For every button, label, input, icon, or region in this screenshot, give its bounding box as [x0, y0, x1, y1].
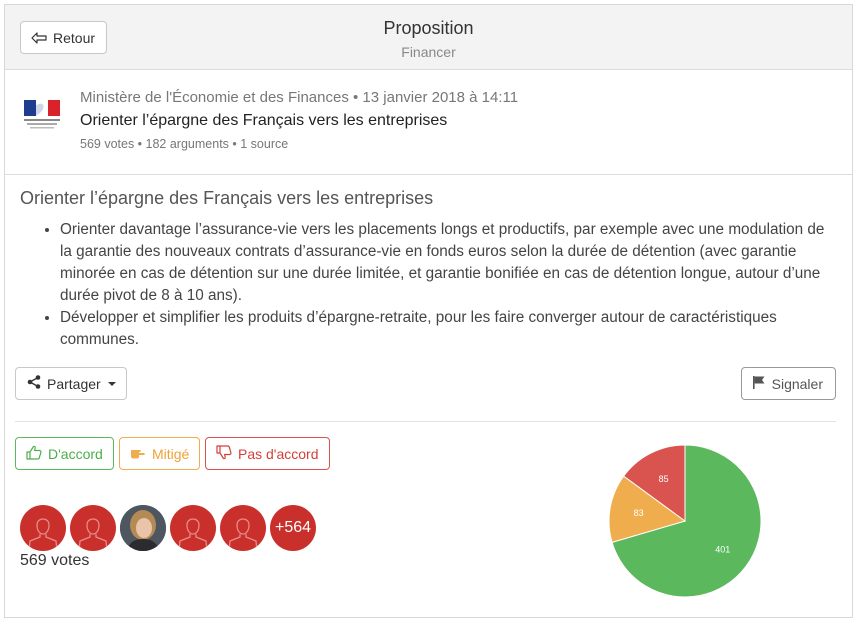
pie-slice-label: 85: [659, 474, 669, 484]
divider: [15, 421, 836, 422]
top-bar: Retour Proposition Financer: [5, 5, 852, 70]
votes-pie-chart: 401 83 85: [608, 444, 762, 598]
mixed-button-label: Mitigé: [152, 445, 190, 462]
thumbs-up-icon: [26, 445, 42, 463]
author-card: Ministère de l'Économie et des Finances …: [5, 70, 852, 175]
share-icon: [26, 374, 42, 393]
user-icon: [78, 518, 108, 551]
flag-icon: [752, 375, 766, 392]
disagree-button[interactable]: Pas d'accord: [205, 437, 330, 470]
hand-icon: [130, 445, 146, 462]
agree-button[interactable]: D'accord: [15, 437, 114, 470]
avatar[interactable]: [220, 505, 266, 551]
user-icon: [178, 518, 208, 551]
title-block: Proposition Financer: [5, 18, 852, 60]
vote-count: 569 votes: [20, 552, 90, 569]
pie-slice-label: 401: [715, 544, 730, 554]
page-subtitle: Financer: [401, 44, 456, 60]
user-photo-icon: [120, 505, 166, 551]
avatar[interactable]: [120, 505, 166, 551]
disagree-button-label: Pas d'accord: [238, 445, 319, 462]
avatar[interactable]: [70, 505, 116, 551]
pie-slice-label: 83: [634, 508, 644, 518]
mixed-button[interactable]: Mitigé: [119, 437, 201, 470]
report-button[interactable]: Signaler: [740, 367, 836, 400]
more-voters-count: +564: [274, 519, 312, 536]
share-button[interactable]: Partager: [15, 367, 127, 400]
proposal-page: Retour Proposition Financer Ministère de…: [4, 4, 853, 618]
author-meta: Ministère de l'Économie et des Finances …: [80, 89, 519, 106]
marianne-logo-icon: [21, 97, 63, 131]
share-button-label: Partager: [47, 375, 101, 392]
thumbs-down-icon: [216, 444, 232, 463]
caret-down-icon: [107, 381, 116, 386]
proposal-title: Orienter l’épargne des Français vers les…: [20, 188, 434, 208]
proposal-stats: 569 votes • 182 arguments • 1 source: [80, 137, 289, 151]
proposal-bullet: Développer et simplifier les produits d’…: [60, 307, 840, 351]
report-button-label: Signaler: [771, 375, 823, 392]
more-voters-badge[interactable]: +564: [270, 505, 316, 551]
avatar[interactable]: [20, 505, 66, 551]
user-icon: [28, 518, 58, 551]
proposal-bullet: Orienter davantage l’assurance-vie vers …: [60, 219, 840, 307]
proposal-body: Orienter davantage l’assurance-vie vers …: [20, 219, 840, 351]
page-title: Proposition: [383, 18, 474, 38]
agree-button-label: D'accord: [48, 445, 103, 462]
proposal-headline-link[interactable]: Orienter l’épargne des Français vers les…: [80, 112, 447, 130]
avatar[interactable]: [170, 505, 216, 551]
user-icon: [228, 518, 258, 551]
